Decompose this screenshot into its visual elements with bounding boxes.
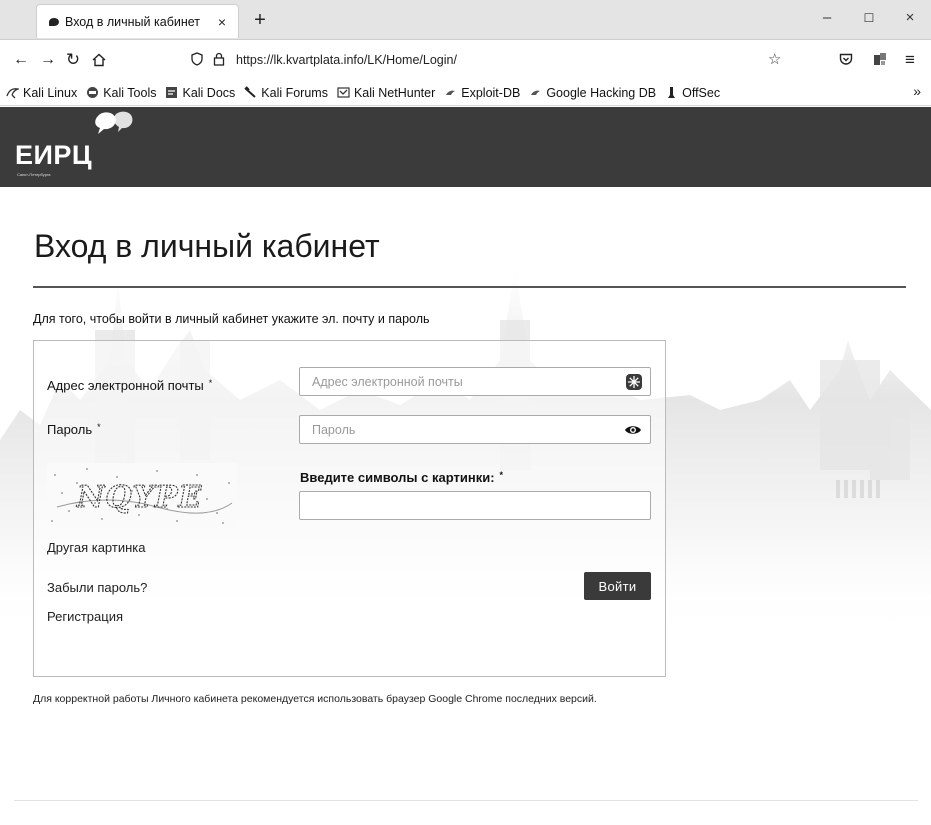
nethunter-icon	[337, 87, 350, 98]
required-mark: *	[97, 422, 101, 432]
extensions-icon[interactable]	[869, 49, 891, 71]
bookmark-kali-linux[interactable]: Kali Linux	[6, 86, 77, 100]
browser-tab[interactable]: Вход в личный кабинет ×	[36, 4, 239, 38]
intro-text: Для того, чтобы войти в личный кабинет у…	[33, 312, 430, 326]
page-title: Вход в личный кабинет	[34, 228, 380, 264]
browser-tab-bar: Вход в личный кабинет × + – ☐ ×	[0, 0, 931, 40]
kali-tools-icon	[87, 87, 99, 98]
bookmarks-overflow-icon[interactable]: »	[913, 83, 921, 99]
email-label-text: Адрес электронной почты	[47, 378, 204, 393]
forgot-password-link[interactable]: Забыли пароль?	[47, 580, 147, 595]
bookmark-kali-tools[interactable]: Kali Tools	[86, 86, 156, 100]
captcha-label-text: Введите символы с картинки:	[300, 470, 495, 485]
bookmark-label: Google Hacking DB	[546, 85, 657, 100]
bookmark-label: Kali NetHunter	[353, 85, 436, 100]
title-divider	[33, 286, 906, 288]
home-icon[interactable]	[88, 49, 110, 71]
reload-icon[interactable]: ↻	[62, 49, 84, 71]
captcha-label: Введите символы с картинки: *	[300, 470, 503, 485]
maximize-button[interactable]: ☐	[857, 8, 881, 28]
bookmark-exploit-db[interactable]: Exploit-DB	[444, 86, 520, 100]
bookmark-label: Kali Linux	[23, 85, 78, 100]
address-bar[interactable]: https://lk.kvartplata.info/LK/Home/Login…	[188, 46, 785, 74]
kali-dragon-icon	[6, 88, 19, 99]
bookmark-label: Kali Docs	[182, 85, 236, 100]
menu-icon[interactable]: ≡	[899, 49, 921, 71]
show-password-eye-icon[interactable]	[624, 421, 642, 439]
bookmark-google-hacking-db[interactable]: Google Hacking DB	[529, 86, 656, 100]
tab-title: Вход в личный кабинет	[65, 14, 200, 29]
required-mark: *	[499, 470, 504, 480]
site-header: ЕИРЦ Санкт-Петербурга	[0, 107, 931, 187]
new-tab-button[interactable]: +	[250, 9, 270, 31]
bookmark-label: Exploit-DB	[461, 85, 521, 100]
bookmarks-toolbar: Kali Linux Kali Tools Kali Docs Kali For…	[0, 80, 931, 106]
url-text[interactable]: https://lk.kvartplata.info/LK/Home/Login…	[236, 53, 457, 67]
bookmark-label: OffSec	[682, 85, 721, 100]
lock-icon[interactable]	[210, 52, 228, 69]
speech-bubbles-logo-icon	[95, 111, 133, 134]
login-button[interactable]: Войти	[584, 572, 651, 600]
footer-divider	[14, 800, 918, 801]
offsec-icon	[668, 87, 676, 98]
bookmark-kali-docs[interactable]: Kali Docs	[165, 86, 235, 100]
kali-docs-icon	[166, 87, 178, 98]
back-arrow-icon[interactable]: ←	[10, 49, 32, 71]
captcha-refresh-link[interactable]: Другая картинка	[47, 540, 145, 555]
browser-nav-bar: ← → ↻ https://lk.kvartplata.info/LK/Home…	[0, 40, 931, 80]
bookmark-label: Kali Tools	[103, 85, 157, 100]
required-mark: *	[208, 378, 213, 388]
site-logo-subtitle: Санкт-Петербурга	[17, 172, 51, 177]
captcha-input[interactable]	[299, 491, 651, 520]
captcha-image: NQYPE	[47, 463, 237, 527]
pocket-icon[interactable]	[835, 49, 857, 71]
password-manager-icon[interactable]	[625, 373, 643, 391]
shield-icon[interactable]	[188, 51, 206, 69]
chat-bubble-favicon-icon	[49, 17, 59, 26]
close-window-button[interactable]: ×	[898, 8, 922, 28]
email-field[interactable]	[299, 367, 651, 396]
password-label: Пароль *	[47, 422, 101, 437]
password-label-text: Пароль	[47, 422, 93, 437]
site-logo[interactable]: ЕИРЦ	[15, 140, 92, 171]
bookmark-kali-nethunter[interactable]: Kali NetHunter	[337, 86, 435, 100]
exploit-db-icon	[446, 90, 456, 95]
captcha-text: NQYPE	[76, 480, 203, 515]
ghdb-icon	[531, 90, 541, 95]
browser-recommendation-note: Для корректной работы Личного кабинета р…	[33, 693, 597, 705]
bookmark-offsec[interactable]: OffSec	[665, 86, 720, 100]
tab-close-icon[interactable]: ×	[214, 14, 230, 30]
password-field[interactable]	[299, 415, 651, 444]
kali-forums-icon	[244, 86, 256, 98]
email-label: Адрес электронной почты *	[47, 378, 212, 393]
forward-arrow-icon[interactable]: →	[37, 49, 59, 71]
minimize-button[interactable]: –	[815, 8, 839, 28]
bookmark-label: Kali Forums	[261, 85, 328, 100]
register-link[interactable]: Регистрация	[47, 609, 123, 624]
star-icon[interactable]: ☆	[768, 50, 781, 68]
bookmark-kali-forums[interactable]: Kali Forums	[244, 86, 328, 100]
